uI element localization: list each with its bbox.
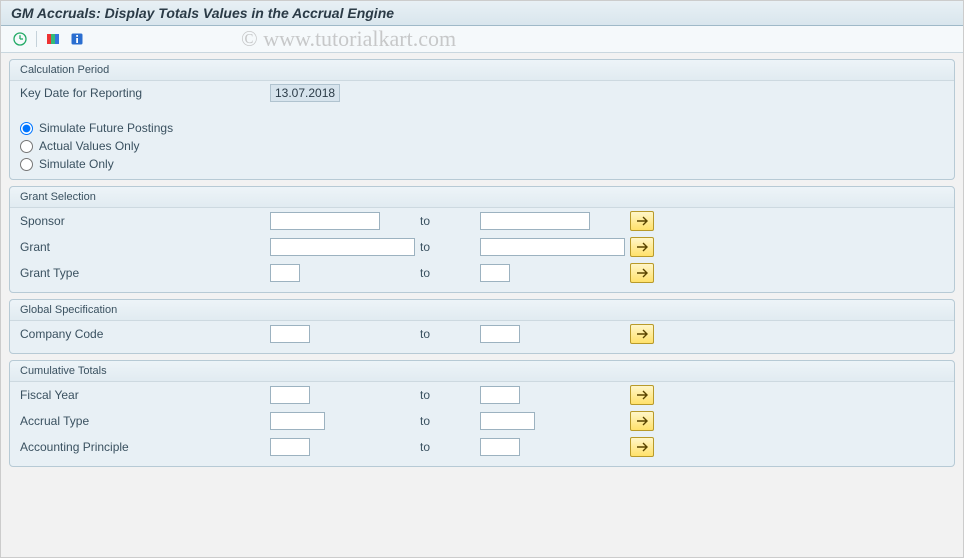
- input-grant-type-to[interactable]: [480, 264, 510, 282]
- input-accrual-type-from[interactable]: [270, 412, 325, 430]
- group-title-cum-totals: Cumulative Totals: [10, 361, 954, 382]
- multi-select-sponsor[interactable]: [630, 211, 654, 231]
- label-grant: Grant: [20, 240, 270, 254]
- input-fiscal-year-from[interactable]: [270, 386, 310, 404]
- label-grant-type: Grant Type: [20, 266, 270, 280]
- label-fiscal-year: Fiscal Year: [20, 388, 270, 402]
- group-calculation-period: Calculation Period Key Date for Reportin…: [9, 59, 955, 180]
- info-button[interactable]: [66, 29, 88, 49]
- group-title-calc-period: Calculation Period: [10, 60, 954, 81]
- label-to: to: [420, 414, 480, 428]
- input-accrual-type-to[interactable]: [480, 412, 535, 430]
- label-to: to: [420, 388, 480, 402]
- group-title-global-spec: Global Specification: [10, 300, 954, 321]
- execute-button[interactable]: [9, 29, 31, 49]
- input-grant-from[interactable]: [270, 238, 415, 256]
- radio-actual-values-only[interactable]: [20, 140, 33, 153]
- input-fiscal-year-to[interactable]: [480, 386, 520, 404]
- toolbar-separator: [36, 31, 37, 47]
- label-to: to: [420, 440, 480, 454]
- variants-button[interactable]: [42, 29, 64, 49]
- label-accounting-principle: Accounting Principle: [20, 440, 270, 454]
- content-area: Calculation Period Key Date for Reportin…: [1, 53, 963, 479]
- input-company-code-from[interactable]: [270, 325, 310, 343]
- page-title: GM Accruals: Display Totals Values in th…: [1, 1, 963, 26]
- label-sponsor: Sponsor: [20, 214, 270, 228]
- multi-select-fiscal-year[interactable]: [630, 385, 654, 405]
- input-grant-type-from[interactable]: [270, 264, 300, 282]
- radio-simulate-only[interactable]: [20, 158, 33, 171]
- label-simulate-only: Simulate Only: [39, 157, 114, 171]
- input-company-code-to[interactable]: [480, 325, 520, 343]
- label-to: to: [420, 266, 480, 280]
- toolbar: [1, 26, 963, 53]
- input-grant-to[interactable]: [480, 238, 625, 256]
- group-global-specification: Global Specification Company Code to: [9, 299, 955, 354]
- multi-select-grant[interactable]: [630, 237, 654, 257]
- label-simulate-future: Simulate Future Postings: [39, 121, 173, 135]
- label-to: to: [420, 240, 480, 254]
- input-sponsor-to[interactable]: [480, 212, 590, 230]
- group-cumulative-totals: Cumulative Totals Fiscal Year to Accrual…: [9, 360, 955, 467]
- input-accounting-principle-from[interactable]: [270, 438, 310, 456]
- group-grant-selection: Grant Selection Sponsor to Grant to: [9, 186, 955, 293]
- label-actual-values-only: Actual Values Only: [39, 139, 140, 153]
- multi-select-accounting-principle[interactable]: [630, 437, 654, 457]
- input-accounting-principle-to[interactable]: [480, 438, 520, 456]
- radio-simulate-future[interactable]: [20, 122, 33, 135]
- multi-select-accrual-type[interactable]: [630, 411, 654, 431]
- label-key-date: Key Date for Reporting: [20, 86, 270, 100]
- label-company-code: Company Code: [20, 327, 270, 341]
- label-to: to: [420, 214, 480, 228]
- label-to: to: [420, 327, 480, 341]
- multi-select-grant-type[interactable]: [630, 263, 654, 283]
- multi-select-company-code[interactable]: [630, 324, 654, 344]
- group-title-grant-selection: Grant Selection: [10, 187, 954, 208]
- field-key-date: 13.07.2018: [270, 84, 340, 102]
- input-sponsor-from[interactable]: [270, 212, 380, 230]
- label-accrual-type: Accrual Type: [20, 414, 270, 428]
